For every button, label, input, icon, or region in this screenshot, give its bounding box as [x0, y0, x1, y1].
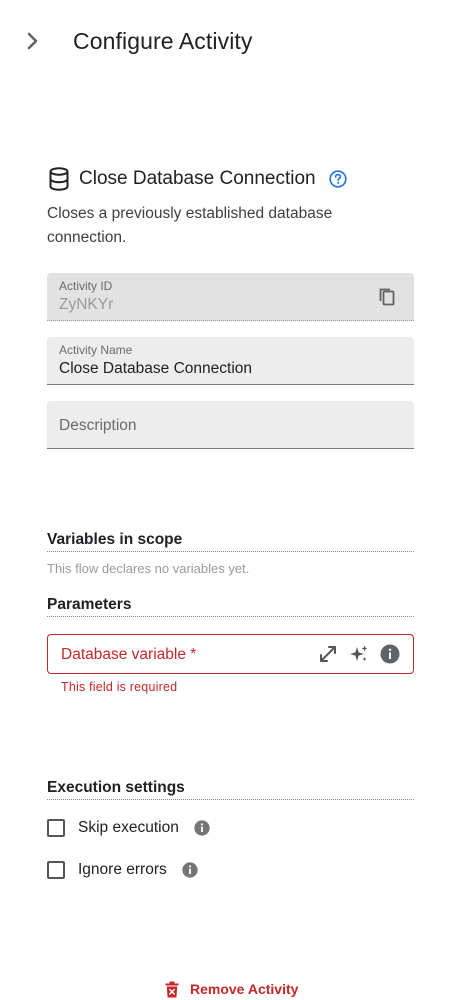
activity-description: Closes a previously established database… — [47, 205, 333, 246]
info-icon — [380, 644, 400, 664]
skip-execution-checkbox[interactable] — [47, 819, 65, 837]
trash-icon — [164, 980, 180, 998]
parameters-section-title: Parameters — [47, 596, 414, 617]
database-variable-label: Database variable * — [61, 646, 197, 663]
description-placeholder: Description — [59, 417, 137, 434]
info-button[interactable] — [379, 643, 401, 665]
copy-icon — [379, 288, 395, 306]
copy-id-button[interactable] — [376, 286, 398, 308]
panel-header: Configure Activity — [0, 0, 470, 84]
activity-id-field: Activity ID ZyNKYr — [47, 273, 414, 321]
help-circle-icon[interactable] — [328, 169, 348, 189]
chevron-right-icon — [27, 32, 38, 50]
variables-empty-note: This flow declares no variables yet. — [47, 561, 250, 576]
collapse-panel-button[interactable] — [22, 30, 44, 52]
remove-activity-button[interactable]: Remove Activity — [164, 978, 298, 1000]
variables-section-title: Variables in scope — [47, 531, 414, 552]
skip-execution-info-icon[interactable] — [193, 819, 211, 837]
database-icon — [47, 166, 71, 192]
ignore-errors-label[interactable]: Ignore errors — [78, 861, 167, 879]
activity-name-label: Activity Name — [59, 343, 133, 357]
activity-id-value: ZyNKYr — [59, 296, 114, 313]
activity-name-value: Close Database Connection — [59, 360, 253, 377]
activity-name-field[interactable]: Activity Name Close Database Connection — [47, 337, 414, 385]
activity-title: Close Database Connection — [79, 168, 316, 189]
ignore-errors-info-icon[interactable] — [181, 861, 199, 879]
sparkle-icon — [350, 645, 368, 661]
database-variable-error: This field is required — [61, 680, 178, 694]
skip-execution-label[interactable]: Skip execution — [78, 819, 179, 837]
expand-icon — [320, 646, 336, 662]
activity-header: Close Database Connection — [47, 165, 348, 193]
database-variable-actions — [308, 643, 401, 665]
ignore-errors-row: Ignore errors — [47, 857, 199, 883]
execution-section-title: Execution settings — [47, 779, 414, 800]
ai-assist-button[interactable] — [348, 643, 370, 665]
page-title: Configure Activity — [73, 28, 253, 54]
skip-execution-row: Skip execution — [47, 815, 211, 841]
database-variable-field[interactable]: Database variable * — [47, 634, 414, 674]
activity-id-label: Activity ID — [59, 279, 113, 293]
ignore-errors-checkbox[interactable] — [47, 861, 65, 879]
expand-button[interactable] — [317, 643, 339, 665]
remove-activity-label: Remove Activity — [190, 981, 299, 997]
description-field[interactable]: Description — [47, 401, 414, 449]
